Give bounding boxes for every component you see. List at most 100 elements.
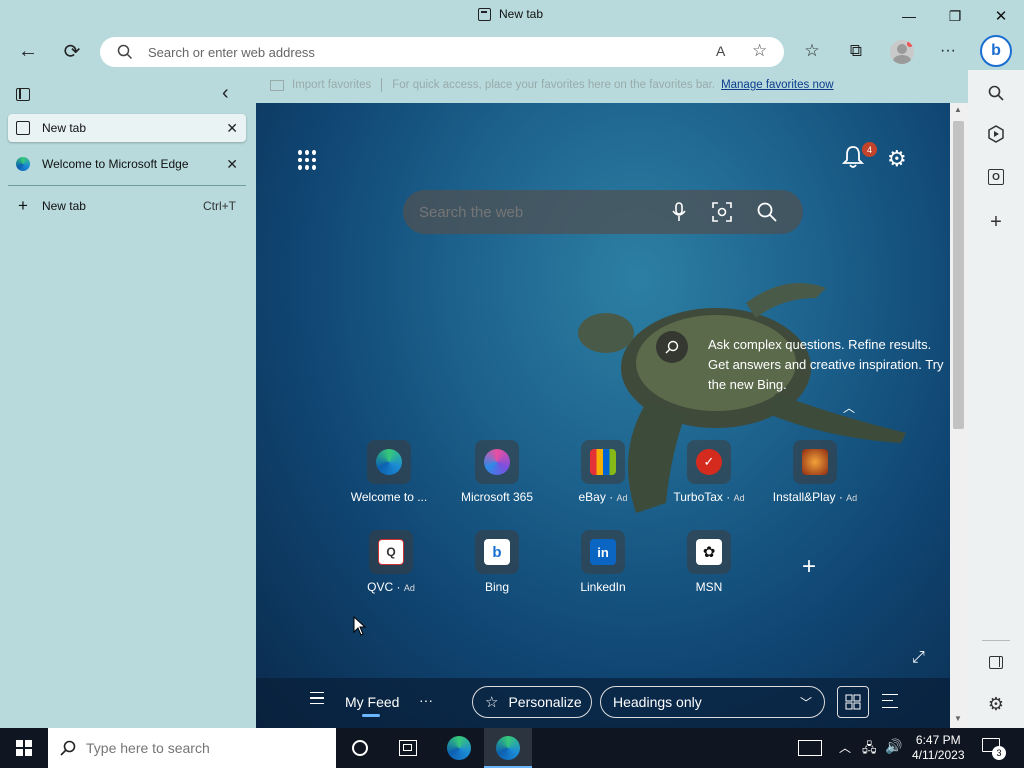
page-scrollbar[interactable]: ▲ ▼ xyxy=(950,103,968,728)
linkedin-icon: in xyxy=(590,539,616,565)
volume-icon[interactable]: 🔊 xyxy=(885,738,902,755)
page-icon xyxy=(478,7,491,21)
taskbar-clock[interactable]: 6:47 PM 4/11/2023 xyxy=(912,733,965,763)
news-widget-icon[interactable] xyxy=(798,740,822,756)
web-search-box[interactable] xyxy=(403,190,803,234)
feed-more-button[interactable]: ··· xyxy=(419,692,433,708)
restore-button[interactable]: ❐ xyxy=(932,0,978,32)
minimize-button[interactable]: — xyxy=(886,0,932,32)
quick-link-linkedin[interactable]: in LinkedIn xyxy=(548,530,658,594)
my-feed-tab[interactable]: My Feed xyxy=(345,694,399,710)
add-shortcut-button[interactable]: + xyxy=(802,553,816,581)
star-edit-icon: ☆ xyxy=(485,694,499,711)
ad-label: Ad xyxy=(403,583,415,593)
import-favorites-link[interactable]: Import favorites xyxy=(292,79,371,91)
sidebar-outlook-icon[interactable]: O xyxy=(982,163,1010,191)
quick-link-welcome[interactable]: Welcome to ... xyxy=(334,440,444,504)
quick-link-ebay[interactable]: eBay · Ad xyxy=(548,440,658,504)
qvc-icon: Q xyxy=(378,539,404,565)
sidebar-add-icon[interactable]: + xyxy=(982,208,1010,236)
collapse-pane-button[interactable]: ‹ xyxy=(222,82,229,105)
tile-label: TurboTax xyxy=(673,490,723,504)
favorites-button[interactable]: ☆ xyxy=(796,35,828,67)
tab-new-tab[interactable]: New tab ✕ xyxy=(8,114,246,142)
add-favorite-icon[interactable]: ☆ xyxy=(752,41,767,61)
turbotax-icon: ✓ xyxy=(696,449,722,475)
tray-chevron-icon[interactable]: ︿ xyxy=(839,739,851,756)
profile-avatar[interactable] xyxy=(890,40,914,64)
scroll-up-arrow[interactable]: ▲ xyxy=(954,105,962,114)
action-center-icon[interactable]: 3 xyxy=(982,738,1006,760)
back-button[interactable]: ← xyxy=(12,35,44,67)
chevron-up-icon[interactable]: ︿ xyxy=(843,399,855,416)
sidebar-settings-gear-icon[interactable]: ⚙ xyxy=(982,690,1010,718)
tab-actions-icon[interactable] xyxy=(16,88,30,101)
tile-label: LinkedIn xyxy=(580,580,626,594)
quick-link-install-play[interactable]: Install&Play · Ad xyxy=(760,440,870,504)
ad-label: Ad xyxy=(733,493,745,503)
quick-link-microsoft-365[interactable]: Microsoft 365 xyxy=(442,440,552,504)
bing-promo-search-icon[interactable] xyxy=(656,331,688,363)
tab-welcome-edge[interactable]: Welcome to Microsoft Edge ✕ xyxy=(8,150,246,178)
browser-window: New tab — ❐ ✕ ← ⟳ A ☆ ☆ ⧉ ··· b ‹ New ta… xyxy=(0,0,1024,768)
tile-label: Microsoft 365 xyxy=(460,490,534,504)
import-icon xyxy=(270,79,284,91)
close-window-button[interactable]: ✕ xyxy=(978,0,1024,32)
cortana-icon[interactable] xyxy=(352,740,368,756)
taskbar-search-box[interactable] xyxy=(48,728,336,768)
search-submit-icon[interactable] xyxy=(757,202,777,222)
sidebar-shopping-icon[interactable] xyxy=(982,120,1010,148)
expand-icon[interactable]: ⤢ xyxy=(912,649,925,667)
notifications-button[interactable] xyxy=(841,145,865,175)
taskbar-search-input[interactable] xyxy=(86,740,316,756)
address-bar[interactable]: A ☆ xyxy=(100,37,784,67)
web-search-input[interactable] xyxy=(419,203,659,221)
bing-icon: b xyxy=(484,539,510,565)
quick-link-bing[interactable]: b Bing xyxy=(442,530,552,594)
new-tab-button[interactable]: + New tab Ctrl+T xyxy=(8,192,246,220)
grid-view-button[interactable] xyxy=(837,686,869,718)
vertical-tabs-panel: ‹ New tab ✕ Welcome to Microsoft Edge ✕ … xyxy=(0,70,256,728)
feed-menu-icon[interactable] xyxy=(310,692,324,704)
sidebar-search-icon[interactable] xyxy=(982,79,1010,107)
list-view-icon[interactable] xyxy=(882,694,898,708)
network-icon[interactable]: 🖧 xyxy=(862,739,877,761)
visual-search-icon[interactable] xyxy=(712,202,732,222)
edge-icon xyxy=(376,449,402,475)
ebay-icon xyxy=(590,449,616,475)
quick-link-qvc[interactable]: Q QVC · Ad xyxy=(336,530,446,594)
taskbar-edge-active[interactable] xyxy=(484,728,532,768)
windows-start-icon[interactable] xyxy=(16,740,32,756)
favbar-divider xyxy=(381,78,383,92)
page-settings-gear-icon[interactable]: ⚙ xyxy=(887,146,907,172)
tile-label: Bing xyxy=(484,580,510,594)
window-title: New tab xyxy=(478,7,543,21)
address-input[interactable] xyxy=(148,44,688,60)
manage-favorites-link[interactable]: Manage favorites now xyxy=(721,79,834,91)
read-aloud-icon[interactable]: A xyxy=(716,43,725,59)
bing-promo-text[interactable]: Ask complex questions. Refine results. G… xyxy=(708,335,944,395)
task-view-icon[interactable] xyxy=(399,740,417,756)
collections-button[interactable]: ⧉ xyxy=(840,35,872,67)
grid-icon xyxy=(845,694,861,710)
taskbar-edge-icon[interactable] xyxy=(447,736,471,760)
quick-link-msn[interactable]: ✿ MSN xyxy=(654,530,764,594)
quick-link-turbotax[interactable]: ✓ TurboTax · Ad xyxy=(654,440,764,504)
msn-icon: ✿ xyxy=(696,539,722,565)
title-bar: New tab — ❐ ✕ xyxy=(0,0,1024,32)
close-tab-icon[interactable]: ✕ xyxy=(226,120,238,137)
hide-sidebar-icon[interactable] xyxy=(982,648,1010,676)
favorites-bar: Import favorites For quick access, place… xyxy=(256,70,968,100)
refresh-button[interactable]: ⟳ xyxy=(56,35,88,67)
scroll-thumb[interactable] xyxy=(953,121,964,429)
settings-more-button[interactable]: ··· xyxy=(932,35,964,67)
apps-launcher-icon[interactable] xyxy=(298,150,318,170)
microphone-icon[interactable] xyxy=(672,202,686,222)
tile-label: QVC xyxy=(367,580,394,594)
scroll-down-arrow[interactable]: ▼ xyxy=(954,714,962,723)
clock-time: 6:47 PM xyxy=(915,733,961,747)
close-tab-icon[interactable]: ✕ xyxy=(226,156,238,173)
bing-chat-icon[interactable]: b xyxy=(980,35,1012,67)
personalize-button[interactable]: ☆ Personalize xyxy=(472,686,592,718)
feed-layout-dropdown[interactable]: Headings only ﹀ xyxy=(600,686,825,718)
